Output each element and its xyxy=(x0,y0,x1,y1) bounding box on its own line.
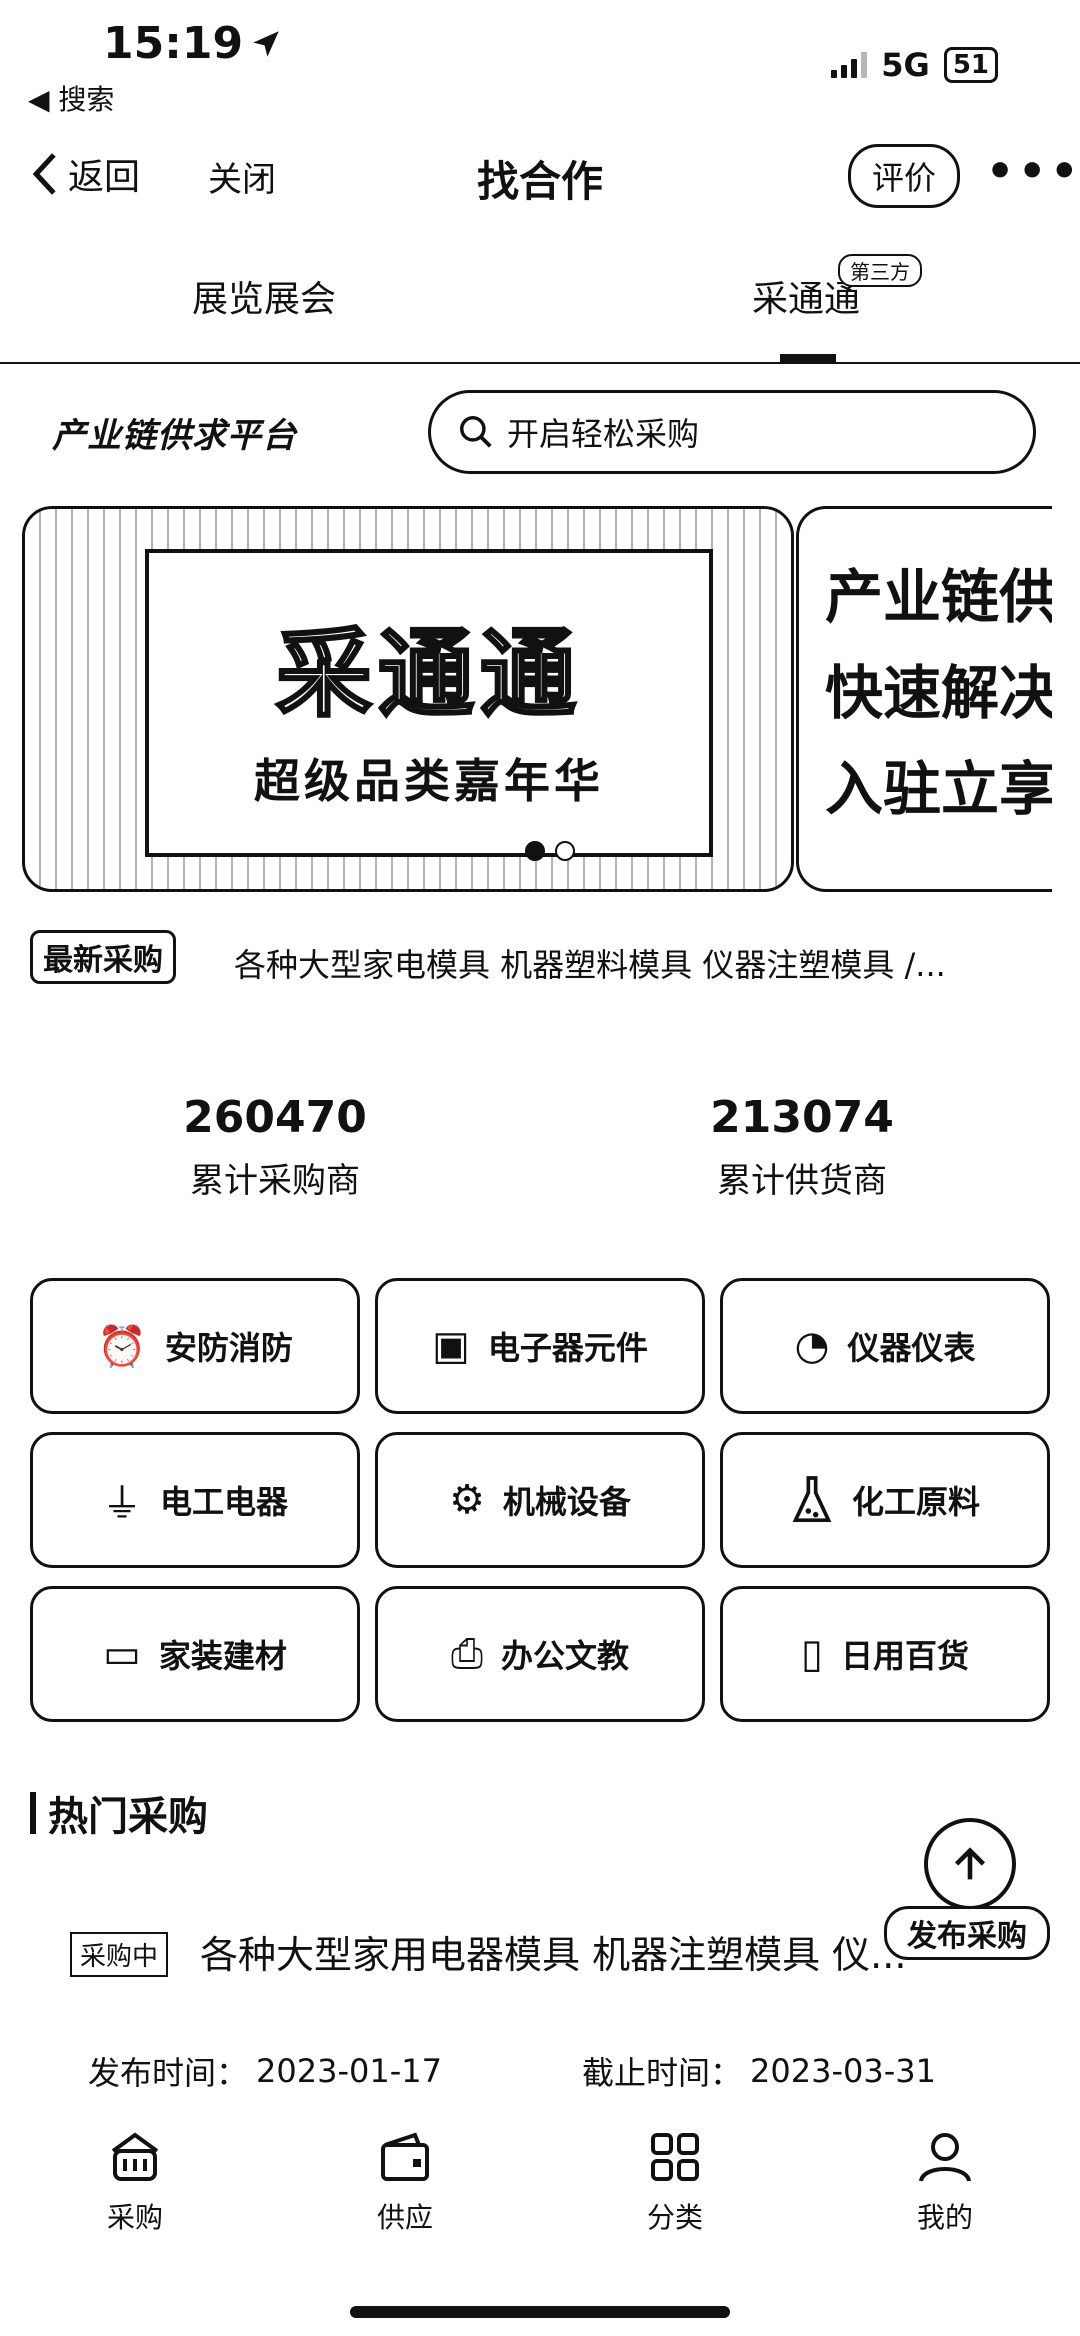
arrow-up-icon xyxy=(924,1818,1016,1910)
category-label: 安防消防 xyxy=(164,1329,293,1367)
search-placeholder: 开启轻松采购 xyxy=(507,415,700,453)
status-time: 15:19 xyxy=(103,18,283,69)
hot-purchase-item-title[interactable]: 各种大型家用电器模具 机器注塑模具 仪... xyxy=(200,1924,1000,1979)
deadline-label: 截止时间： xyxy=(582,2054,743,2092)
platform-logo: 产业链供求平台 xyxy=(52,416,297,456)
category-label: 仪器仪表 xyxy=(847,1329,976,1367)
bottom-nav-supply[interactable]: 供应 xyxy=(330,2122,480,2236)
category-machinery[interactable]: ⚙ 机械设备 xyxy=(375,1432,705,1568)
bottom-nav-mine[interactable]: 我的 xyxy=(870,2122,1020,2236)
status-time-text: 15:19 xyxy=(103,18,244,69)
category-daily[interactable]: ▯ 日用百货 xyxy=(720,1586,1050,1722)
suppliers-stat: 213074 累计供货商 xyxy=(652,1092,952,1202)
search-input[interactable]: 开启轻松采购 xyxy=(428,390,1036,474)
side-banner-line: 快速解决 xyxy=(825,659,1052,727)
category-building[interactable]: ▭ 家装建材 xyxy=(30,1586,360,1722)
publish-purchase-button[interactable]: 发布采购 xyxy=(884,1818,1050,1978)
publish-purchase-label: 发布采购 xyxy=(884,1906,1050,1960)
paint-roller-icon: ▭ xyxy=(103,1631,141,1677)
alarm-icon: ⏰ xyxy=(97,1323,147,1370)
category-label: 电工电器 xyxy=(159,1483,288,1521)
heading-bar xyxy=(30,1792,36,1834)
tabs-divider xyxy=(0,362,1080,364)
search-icon xyxy=(460,416,492,448)
category-electrical[interactable]: ⏚ 电工电器 xyxy=(30,1432,360,1568)
buyers-label: 累计采购商 xyxy=(190,1161,360,1201)
rate-button[interactable]: 评价 xyxy=(848,144,960,208)
third-party-badge: 第三方 xyxy=(838,254,922,287)
wallet-icon xyxy=(330,2122,480,2192)
status-indicators: 5G 51 xyxy=(831,46,998,84)
bottom-nav-label: 分类 xyxy=(646,2201,703,2234)
hot-purchase-heading: 热门采购 xyxy=(30,1784,208,1842)
battery-icon: 51 xyxy=(943,47,998,83)
side-banner[interactable]: 产业链供 快速解决 入驻立享 xyxy=(796,506,1052,892)
user-icon xyxy=(870,2122,1020,2192)
signal-icon xyxy=(831,52,868,78)
suppliers-count: 213074 xyxy=(710,1092,894,1143)
promo-banner[interactable]: 采通通 超级品类嘉年华 xyxy=(22,506,794,892)
meter-icon: ◔ xyxy=(794,1323,830,1369)
category-office[interactable]: ⎙ 办公文教 xyxy=(375,1586,705,1722)
robot-arm-icon: ⚙ xyxy=(449,1477,485,1523)
printer-icon: ⎙ xyxy=(450,1631,483,1677)
category-label: 日用百货 xyxy=(841,1637,970,1675)
deadline-time: 截止时间： 2023-03-31 xyxy=(582,2048,936,2094)
category-label: 化工原料 xyxy=(851,1483,980,1521)
chevron-left-icon xyxy=(32,153,56,195)
close-button[interactable]: 关闭 xyxy=(208,152,276,201)
category-label: 机械设备 xyxy=(502,1483,631,1521)
home-indicator[interactable] xyxy=(350,2306,730,2318)
category-label: 办公文教 xyxy=(500,1637,629,1675)
return-to-app-link[interactable]: ◀ 搜索 xyxy=(28,78,114,118)
side-banner-line: 产业链供 xyxy=(825,563,1052,631)
category-label: 电子器元件 xyxy=(487,1329,648,1367)
buyers-count: 260470 xyxy=(183,1092,367,1143)
publish-label: 发布时间： xyxy=(88,2054,249,2092)
publish-time: 发布时间： 2023-01-17 xyxy=(88,2048,442,2094)
latest-purchase-text[interactable]: 各种大型家电模具 机器塑料模具 仪器注塑模具 /... xyxy=(234,940,1024,986)
deadline-date: 2023-03-31 xyxy=(750,2052,936,2090)
more-options-button[interactable]: ••• xyxy=(986,146,1080,197)
category-label: 家装建材 xyxy=(158,1637,287,1675)
bottom-nav-label: 供应 xyxy=(376,2201,433,2234)
location-arrow-icon xyxy=(253,30,279,57)
banner-title: 采通通 xyxy=(275,616,582,731)
bottom-nav-category[interactable]: 分类 xyxy=(600,2122,750,2236)
category-security[interactable]: ⏰ 安防消防 xyxy=(30,1278,360,1414)
cup-icon: ▯ xyxy=(800,1631,823,1677)
tab-exhibition[interactable]: 展览展会 xyxy=(192,270,336,322)
chip-icon: ▣ xyxy=(432,1323,470,1369)
category-electronics[interactable]: ▣ 电子器元件 xyxy=(375,1278,705,1414)
bottom-nav-label: 我的 xyxy=(916,2201,973,2234)
banner-board: 采通通 超级品类嘉年华 xyxy=(145,549,713,857)
suppliers-label: 累计供货商 xyxy=(717,1161,887,1201)
buyers-stat: 260470 累计采购商 xyxy=(125,1092,425,1202)
banner-subtitle: 超级品类嘉年华 xyxy=(254,753,604,808)
bottom-nav-label: 采购 xyxy=(106,2201,163,2234)
hot-purchase-title: 热门采购 xyxy=(48,1794,208,1840)
status-badge: 采购中 xyxy=(70,1932,169,1977)
network-type: 5G xyxy=(881,46,930,84)
back-label: 返回 xyxy=(68,157,141,198)
carousel-dots xyxy=(525,841,575,861)
active-tab-indicator xyxy=(780,354,836,362)
bottom-nav-purchase[interactable]: 采购 xyxy=(60,2122,210,2236)
grid-icon xyxy=(600,2122,750,2192)
category-chemicals[interactable]: 化工原料 xyxy=(720,1432,1050,1568)
flask-icon xyxy=(792,1476,832,1522)
plug-icon: ⏚ xyxy=(101,1481,142,1527)
latest-purchase-badge: 最新采购 xyxy=(30,930,176,984)
publish-date: 2023-01-17 xyxy=(256,2052,442,2090)
back-button[interactable]: 返回 xyxy=(30,148,140,200)
category-instruments[interactable]: ◔ 仪器仪表 xyxy=(720,1278,1050,1414)
basket-icon xyxy=(60,2122,210,2192)
side-banner-line: 入驻立享 xyxy=(825,755,1052,823)
